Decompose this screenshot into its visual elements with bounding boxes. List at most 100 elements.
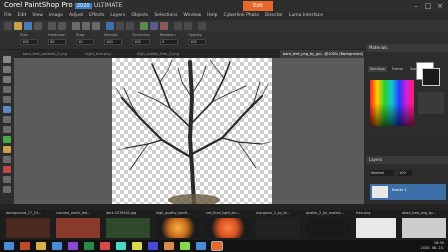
tab-rainbow[interactable]: Rainbow bbox=[368, 66, 387, 72]
materials-toggle-icon[interactable] bbox=[184, 22, 192, 30]
straighten-tool-icon[interactable] bbox=[3, 96, 11, 103]
help-icon[interactable] bbox=[198, 22, 206, 30]
taskbar-app-icon[interactable] bbox=[52, 242, 62, 250]
menu-objects[interactable]: Objects bbox=[131, 12, 148, 20]
option-size-input[interactable]: 100 bbox=[20, 39, 38, 45]
pan-tool-icon[interactable] bbox=[3, 56, 11, 63]
option-opacity-input[interactable]: 100 bbox=[188, 39, 206, 45]
maximize-icon[interactable]: □ bbox=[424, 2, 432, 10]
tab-edit[interactable]: Edit bbox=[243, 1, 273, 11]
menu-edit[interactable]: Edit bbox=[18, 12, 27, 20]
taskbar-app-icon[interactable] bbox=[196, 242, 206, 250]
taskbar-app-icon[interactable] bbox=[84, 242, 94, 250]
picture-tube-icon[interactable] bbox=[3, 166, 11, 173]
layers-toggle-icon[interactable] bbox=[174, 22, 182, 30]
redo-icon[interactable] bbox=[58, 22, 66, 30]
thumbnail[interactable] bbox=[306, 218, 350, 238]
effects-icon[interactable] bbox=[160, 22, 168, 30]
brand-name: Corel PaintShop Pro bbox=[4, 1, 73, 9]
menu-effects[interactable]: Effects bbox=[89, 12, 104, 20]
thumb-label: quaklo_2_by_markle... bbox=[306, 211, 344, 215]
taskbar-app-icon[interactable] bbox=[68, 242, 78, 250]
menu-layers[interactable]: Layers bbox=[110, 12, 125, 20]
flood-fill-icon[interactable] bbox=[3, 146, 11, 153]
menu-image[interactable]: Image bbox=[49, 12, 63, 20]
start-icon[interactable] bbox=[4, 242, 14, 250]
rainbow-color-picker[interactable] bbox=[370, 80, 414, 126]
option-thickness-input[interactable]: 100 bbox=[132, 39, 150, 45]
resize-icon[interactable] bbox=[126, 22, 134, 30]
zoom-icon[interactable] bbox=[106, 22, 114, 30]
move-tool-icon[interactable] bbox=[3, 76, 11, 83]
thumbnail[interactable] bbox=[156, 218, 200, 238]
taskbar-app-icon[interactable] bbox=[132, 242, 142, 250]
eraser-tool-icon[interactable] bbox=[3, 156, 11, 163]
taskbar-app-icon[interactable] bbox=[100, 242, 110, 250]
makeover-tool-icon[interactable] bbox=[3, 116, 11, 123]
paintshop-taskbar-icon[interactable] bbox=[211, 241, 223, 251]
selection-tool-icon[interactable] bbox=[3, 66, 11, 73]
copy-icon[interactable] bbox=[82, 22, 90, 30]
menu-window[interactable]: Window bbox=[183, 12, 201, 20]
doc-tab[interactable]: high_quality_tree_2.png bbox=[134, 50, 194, 58]
clock-date: 2020. 08. 23. bbox=[420, 245, 444, 250]
menu-selections[interactable]: Selections bbox=[154, 12, 177, 20]
clone-tool-icon[interactable] bbox=[3, 126, 11, 133]
version-badge: 2020 bbox=[74, 3, 92, 9]
doc-tab[interactable]: bare_tree_isolated_2.png bbox=[20, 50, 80, 58]
doc-tab[interactable]: night_tree.png bbox=[82, 50, 132, 58]
enhance-icon[interactable] bbox=[140, 22, 148, 30]
thumbnail[interactable] bbox=[356, 218, 396, 238]
option-hardness-input[interactable]: 50 bbox=[48, 39, 66, 45]
image-canvas[interactable] bbox=[112, 58, 272, 206]
taskbar-app-icon[interactable] bbox=[180, 242, 190, 250]
doc-tab-active[interactable]: bare_tree_png_by_gui...@100% (Background… bbox=[280, 50, 364, 58]
cut-icon[interactable] bbox=[72, 22, 80, 30]
menu-luma-interface[interactable]: Luma Interface bbox=[289, 12, 323, 20]
option-rotation-input[interactable]: 0 bbox=[160, 39, 178, 45]
taskbar-app-icon[interactable] bbox=[164, 242, 174, 250]
thumbnail[interactable] bbox=[56, 218, 100, 238]
paint-brush-icon[interactable] bbox=[3, 136, 11, 143]
layer-row-active[interactable]: Raster 1 bbox=[370, 184, 446, 200]
preset-shape-icon[interactable] bbox=[3, 186, 11, 193]
option-density-input[interactable]: 100 bbox=[104, 39, 122, 45]
layer-opacity-input[interactable]: 100 bbox=[398, 170, 412, 176]
taskbar-app-icon[interactable] bbox=[20, 242, 30, 250]
menu-cyberlink-photo[interactable]: Cyberlink Photo bbox=[223, 12, 259, 20]
taskbar-app-icon[interactable] bbox=[116, 242, 126, 250]
adjust-icon[interactable] bbox=[150, 22, 158, 30]
menu-help[interactable]: Help bbox=[207, 12, 217, 20]
new-icon[interactable] bbox=[4, 22, 12, 30]
menu-director[interactable]: Director bbox=[265, 12, 283, 20]
option-step-input[interactable]: 10 bbox=[76, 39, 94, 45]
texture-swatches[interactable] bbox=[418, 92, 444, 114]
thumbnail[interactable] bbox=[206, 218, 250, 238]
paste-icon[interactable] bbox=[92, 22, 100, 30]
undo-icon[interactable] bbox=[48, 22, 56, 30]
thumb-label: dark-3378542.jpg bbox=[106, 211, 137, 215]
thumbnail[interactable] bbox=[106, 218, 150, 238]
thumbnail[interactable] bbox=[256, 218, 300, 238]
minimize-icon[interactable]: – bbox=[412, 2, 420, 10]
taskbar-app-icon[interactable] bbox=[148, 242, 158, 250]
menu-view[interactable]: View bbox=[32, 12, 43, 20]
close-icon[interactable]: × bbox=[436, 2, 444, 10]
save-icon[interactable] bbox=[24, 22, 32, 30]
dropper-tool-icon[interactable] bbox=[3, 106, 11, 113]
foreground-color-swatch[interactable] bbox=[422, 68, 440, 86]
taskbar-app-icon[interactable] bbox=[36, 242, 46, 250]
text-tool-icon[interactable] bbox=[3, 176, 11, 183]
crop-icon[interactable] bbox=[116, 22, 124, 30]
open-icon[interactable] bbox=[14, 22, 22, 30]
menu-adjust[interactable]: Adjust bbox=[69, 12, 83, 20]
document-tabs: bare_tree_isolated_2.png night_tree.png … bbox=[20, 50, 364, 58]
blend-mode-select[interactable]: Normal bbox=[370, 170, 394, 176]
thumbnail[interactable] bbox=[402, 218, 446, 238]
crop-tool-icon[interactable] bbox=[3, 86, 11, 93]
thumbnail[interactable] bbox=[6, 218, 50, 238]
menu-file[interactable]: File bbox=[4, 12, 12, 20]
option-hardness-label: Hardness: bbox=[48, 33, 66, 37]
print-icon[interactable] bbox=[34, 22, 42, 30]
tab-frame[interactable]: Frame bbox=[390, 66, 405, 72]
